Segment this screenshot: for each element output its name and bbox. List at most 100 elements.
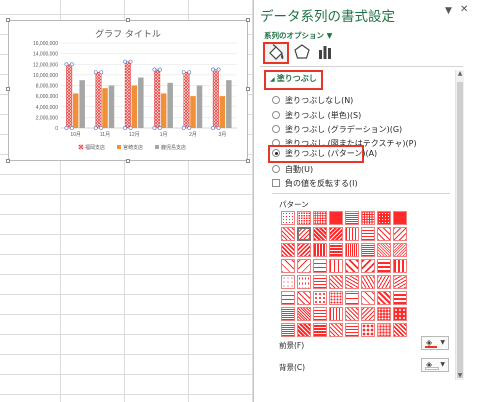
resize-handle[interactable] bbox=[6, 18, 10, 22]
resize-handle[interactable] bbox=[246, 18, 250, 22]
selection-handle[interactable] bbox=[216, 67, 221, 72]
pane-options-dropdown-icon[interactable]: ▼ bbox=[445, 6, 452, 16]
radio-icon[interactable] bbox=[272, 165, 280, 173]
pattern-swatch[interactable] bbox=[361, 291, 375, 305]
pattern-swatch[interactable] bbox=[361, 243, 375, 257]
bar-3[interactable] bbox=[79, 80, 85, 128]
scrollbar-thumb[interactable] bbox=[457, 82, 463, 378]
selection-handle[interactable] bbox=[152, 126, 157, 130]
pattern-swatch[interactable] bbox=[281, 307, 295, 321]
bar-2[interactable] bbox=[219, 96, 226, 128]
pattern-swatch[interactable] bbox=[281, 259, 295, 273]
bar-1[interactable] bbox=[212, 69, 219, 129]
resize-handle[interactable] bbox=[126, 18, 130, 22]
pattern-swatch[interactable] bbox=[281, 275, 295, 289]
pattern-swatch[interactable] bbox=[329, 259, 343, 273]
selection-handle[interactable] bbox=[211, 126, 215, 130]
option-solid-fill[interactable]: 塗りつぶし (単色)(S) bbox=[272, 110, 361, 122]
bar-2[interactable] bbox=[160, 93, 167, 128]
pattern-swatch[interactable] bbox=[345, 227, 359, 241]
radio-icon[interactable] bbox=[272, 111, 280, 119]
pattern-swatch[interactable] bbox=[345, 243, 359, 257]
pattern-swatch[interactable] bbox=[393, 323, 407, 337]
pattern-gallery[interactable] bbox=[281, 211, 407, 337]
pattern-swatch[interactable] bbox=[345, 259, 359, 273]
selection-handle[interactable] bbox=[158, 67, 162, 72]
pattern-swatch[interactable] bbox=[329, 307, 343, 321]
pattern-swatch[interactable] bbox=[361, 275, 375, 289]
pattern-swatch[interactable] bbox=[345, 291, 359, 305]
pattern-swatch[interactable] bbox=[393, 307, 407, 321]
pattern-swatch[interactable] bbox=[313, 291, 327, 305]
pattern-swatch[interactable] bbox=[297, 259, 311, 273]
option-pattern-fill[interactable]: 塗りつぶし (パターン)(A) bbox=[272, 148, 377, 160]
foreground-color-button[interactable]: ◈ ▼ bbox=[421, 336, 449, 350]
radio-icon[interactable] bbox=[272, 96, 280, 104]
pattern-swatch[interactable] bbox=[329, 211, 343, 225]
selection-handle[interactable] bbox=[64, 126, 69, 130]
pattern-swatch[interactable] bbox=[345, 211, 359, 225]
pattern-swatch[interactable] bbox=[329, 243, 343, 257]
fill-line-tab[interactable] bbox=[263, 42, 289, 64]
selection-handle[interactable] bbox=[123, 126, 127, 130]
chart-area[interactable]: グラフ タイトル 0 2,000,000 4,000,000 6,000,000 8,0… bbox=[6, 18, 250, 163]
pattern-swatch[interactable] bbox=[345, 275, 359, 289]
selection-handle[interactable] bbox=[187, 70, 192, 75]
checkbox-icon[interactable] bbox=[272, 179, 280, 187]
selection-handle[interactable] bbox=[152, 67, 157, 72]
pattern-swatch[interactable] bbox=[377, 275, 391, 289]
bar-2[interactable] bbox=[131, 85, 138, 129]
pattern-swatch[interactable] bbox=[393, 275, 407, 289]
pattern-swatch[interactable] bbox=[313, 211, 327, 225]
selection-handle[interactable] bbox=[211, 67, 215, 72]
pattern-swatch[interactable] bbox=[297, 243, 311, 257]
pattern-swatch[interactable] bbox=[377, 323, 391, 337]
series-options-dropdown[interactable]: 系列のオプション ▼ bbox=[264, 30, 332, 41]
option-no-fill[interactable]: 塗りつぶしなし(N) bbox=[272, 95, 353, 107]
selection-handle[interactable] bbox=[93, 126, 98, 130]
pattern-swatch[interactable] bbox=[361, 307, 375, 321]
pattern-swatch[interactable] bbox=[361, 323, 375, 337]
chart-plot[interactable]: 0 2,000,000 4,000,000 6,000,000 8,000,000 10,… bbox=[9, 21, 247, 160]
pattern-swatch[interactable] bbox=[297, 211, 311, 225]
pattern-swatch[interactable] bbox=[297, 227, 311, 241]
option-automatic[interactable]: 自動(U) bbox=[272, 164, 313, 176]
scroll-up-icon[interactable]: ▲ bbox=[456, 70, 464, 78]
pattern-swatch[interactable] bbox=[313, 307, 327, 321]
pattern-swatch[interactable] bbox=[377, 291, 391, 305]
bar-1[interactable] bbox=[124, 61, 131, 129]
radio-selected-icon[interactable] bbox=[272, 149, 280, 157]
bar-1[interactable] bbox=[95, 71, 102, 129]
bar-2[interactable] bbox=[102, 88, 108, 128]
resize-handle[interactable] bbox=[246, 159, 250, 163]
resize-handle[interactable] bbox=[126, 159, 130, 163]
bar-2[interactable] bbox=[190, 96, 196, 128]
pattern-swatch[interactable] bbox=[281, 227, 295, 241]
pattern-swatch[interactable] bbox=[313, 323, 327, 337]
resize-handle[interactable] bbox=[6, 159, 10, 163]
option-gradient-fill[interactable]: 塗りつぶし (グラデーション)(G) bbox=[272, 124, 402, 136]
pattern-swatch[interactable] bbox=[393, 227, 407, 241]
pattern-swatch[interactable] bbox=[377, 211, 391, 225]
pattern-swatch[interactable] bbox=[377, 307, 391, 321]
pattern-swatch[interactable] bbox=[377, 227, 391, 241]
bar-1[interactable] bbox=[183, 71, 190, 129]
resize-handle[interactable] bbox=[246, 87, 250, 91]
pattern-swatch[interactable] bbox=[393, 211, 407, 225]
radio-icon[interactable] bbox=[272, 125, 280, 133]
bar-3[interactable] bbox=[138, 77, 144, 128]
bar-3[interactable] bbox=[167, 82, 173, 128]
pattern-swatch[interactable] bbox=[313, 227, 327, 241]
bar-3[interactable] bbox=[226, 80, 232, 128]
pattern-swatch[interactable] bbox=[281, 323, 295, 337]
pattern-swatch[interactable] bbox=[345, 307, 359, 321]
pattern-swatch[interactable] bbox=[329, 227, 343, 241]
pattern-swatch[interactable] bbox=[297, 291, 311, 305]
pattern-swatch[interactable] bbox=[329, 275, 343, 289]
resize-handle[interactable] bbox=[6, 87, 10, 91]
close-icon[interactable]: ✕ bbox=[460, 4, 468, 15]
option-invert-if-negative[interactable]: 負の値を反転する(I) bbox=[272, 178, 358, 190]
selection-handle[interactable] bbox=[128, 59, 133, 64]
pattern-swatch[interactable] bbox=[329, 323, 343, 337]
pattern-swatch[interactable] bbox=[329, 291, 343, 305]
